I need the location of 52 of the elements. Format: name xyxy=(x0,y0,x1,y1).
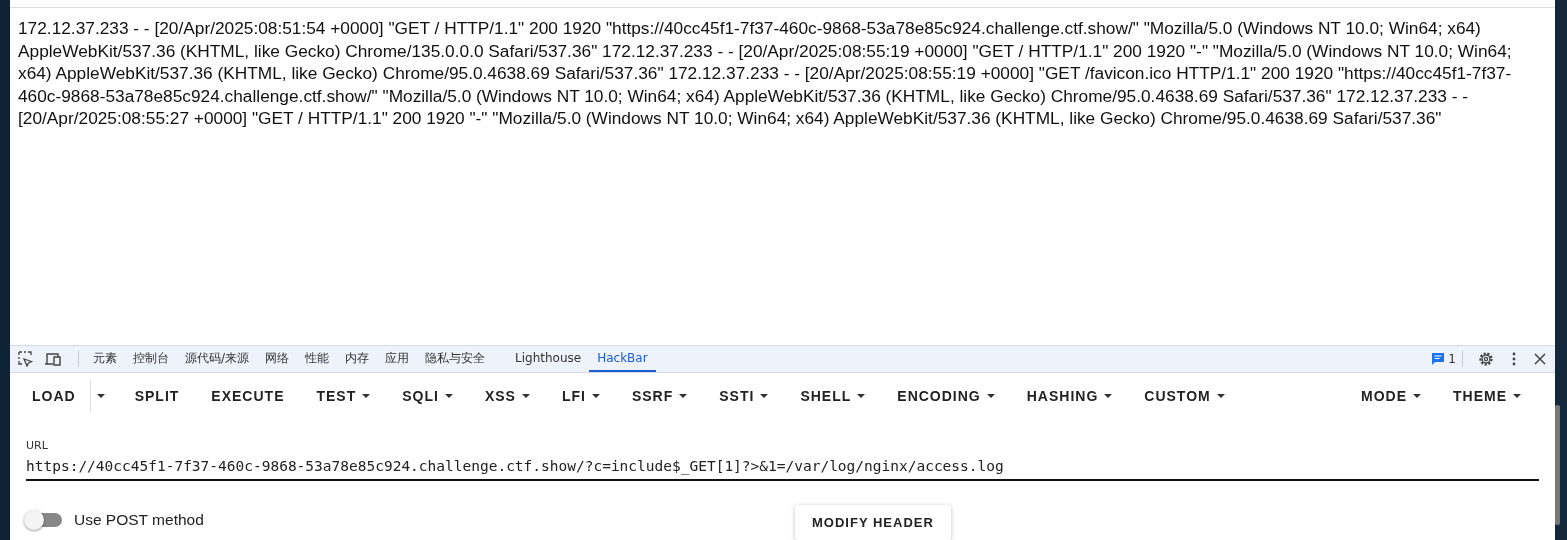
toolbar-button[interactable]: SSTI xyxy=(705,380,783,412)
toolbar-button[interactable]: SSRF xyxy=(617,380,702,412)
device-icon[interactable] xyxy=(44,351,62,367)
caret-icon xyxy=(444,394,453,398)
caret-icon xyxy=(760,394,769,398)
caret-icon xyxy=(1216,394,1225,398)
toolbar-button[interactable]: LOAD xyxy=(18,372,117,420)
devtools-tab[interactable]: 控制台 xyxy=(125,346,177,372)
caret-icon xyxy=(986,394,995,398)
toggle-switch[interactable] xyxy=(26,513,62,527)
devtools-tab[interactable]: 性能 xyxy=(297,346,338,372)
message-icon[interactable] xyxy=(1431,352,1446,366)
toggle-label: Use POST method xyxy=(74,511,204,529)
toolbar-button[interactable]: CUSTOM xyxy=(1130,380,1239,412)
caret-icon xyxy=(1413,394,1421,398)
caret-icon xyxy=(1104,394,1113,398)
url-label: URL xyxy=(26,439,49,452)
settings-icon[interactable] xyxy=(1478,351,1494,367)
toolbar-button[interactable]: TEST xyxy=(302,380,385,412)
toolbar-button[interactable]: SPLIT xyxy=(120,380,194,412)
toolbar-button[interactable]: ENCODING xyxy=(883,380,1009,412)
toolbar-button[interactable]: LFI xyxy=(547,380,614,412)
devtools-tab[interactable]: 网络 xyxy=(257,346,298,372)
toolbar-button[interactable]: SHELL xyxy=(786,380,880,412)
close-icon[interactable] xyxy=(1534,353,1546,365)
caret-icon xyxy=(96,394,105,398)
scrollbar[interactable] xyxy=(1555,405,1560,525)
modify-header-button[interactable]: MODIFY HEADER xyxy=(795,505,951,540)
caret-icon xyxy=(362,394,371,398)
toolbar-button[interactable]: HASHING xyxy=(1012,380,1127,412)
devtools-tab[interactable]: 元素 xyxy=(85,346,125,372)
toolbar-button[interactable]: EXECUTE xyxy=(197,380,299,412)
more-menu-icon[interactable] xyxy=(1512,352,1516,366)
devtools-tab[interactable]: Lighthouse xyxy=(507,346,590,372)
toolbar-button[interactable]: MODE xyxy=(1347,380,1435,412)
toolbar-button[interactable]: XSS xyxy=(470,380,544,412)
devtools-tab[interactable]: 应用 xyxy=(377,346,418,372)
toolbar-button[interactable]: THEME xyxy=(1439,380,1535,412)
caret-icon xyxy=(521,394,530,398)
url-field[interactable]: https://40cc45f1-7f37-460c-9868-53a78e85c924.challenge.ctf.show/?c=include$_GET[1]?>&1=/var/log/nginx/access.log xyxy=(26,458,1539,481)
caret-icon xyxy=(857,394,866,398)
devtools-tab[interactable]: HackBar xyxy=(589,346,656,372)
toolbar-button[interactable]: SQLI xyxy=(388,380,467,412)
inspect-icon[interactable] xyxy=(18,351,34,367)
caret-icon xyxy=(591,394,600,398)
caret-icon xyxy=(679,394,688,398)
devtools-tab[interactable]: 隐私与安全 xyxy=(417,346,494,372)
caret-icon xyxy=(1513,394,1521,398)
message-count: 1 xyxy=(1448,352,1456,366)
log-text: 172.12.37.233 - - [20/Apr/2025:08:51:54 +0000] "GET / HTTP/1.1" 200 1920 "https://40cc45f1-7f37-460c-9868-53a78e85c924.challenge.ctf.show/" "Mozilla/5.0 (Windows NT 10.0; Win64; x64) AppleWebKit/537.36 (KHTML, like Gecko) Chrome/135.0.0.0 Safari/537.36" 172.12.37.233 - - [20/Apr/2025:08:55:19 +0000] "GET / HTTP/1.1" 200 1920 "-" "Mozilla/5.0 (Windows NT 10.0; Win64; x64) AppleWebKit/537.36 (KHTML, like Gecko) Chrome/95.0.4638.69 Safari/537.36" 172.12.37.233 - - [20/Apr/2025:08:55:19 +0000] "GET /favicon.ico HTTP/1.1" 200 1920 "https://40cc45f1-7f37-460c-9868-53a78e85c924.challenge.ctf.show/" "Mozilla/5.0 (Windows NT 10.0; Win64; x64) AppleWebKit/537.36 (KHTML, like Gecko) Chrome/95.0.4638.69 Safari/537.36" 172.12.37.233 - - [20/Apr/2025:08:55:27 +0000] "GET / HTTP/1.1" 200 1920 "-" "Mozilla/5.0 (Windows NT 10.0; Win64; x64) AppleWebKit/537.36 (KHTML, like Gecko) Chrome/95.0.4638.69 Safari/537.36" xyxy=(18,17,1513,130)
devtools-tab[interactable]: 内存 xyxy=(337,346,378,372)
devtools-tab[interactable]: 源代码/来源 xyxy=(177,346,258,372)
